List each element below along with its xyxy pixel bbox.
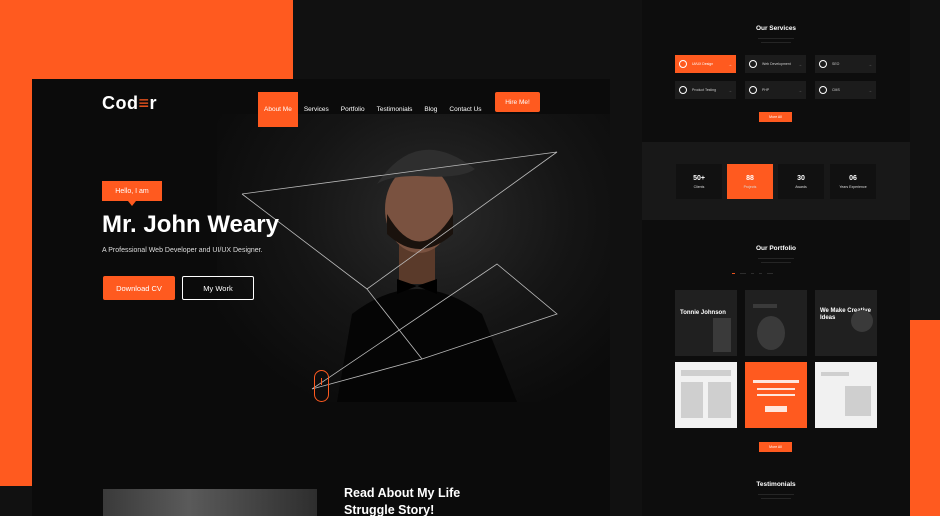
tile-text-bar [757,394,795,396]
brand-logo[interactable]: Cod≡r [102,93,157,114]
tile-button [765,406,787,412]
service-card-seo[interactable]: SEO → [815,55,876,73]
portrait-illustration [241,149,558,402]
tile-heading-bar [753,380,799,383]
service-label: SEO [832,62,840,66]
portfolio-tile-1[interactable]: Tonnie Johnson [675,290,737,356]
portfolio-subtitle: ———————————— —————————— [758,256,794,264]
nav-item-about[interactable]: About Me [258,92,298,127]
stat-awards: 30 Awards [778,164,824,199]
nav-item-services[interactable]: Services [298,92,335,127]
portfolio-tile-6[interactable] [815,362,877,428]
code-icon [749,60,757,68]
arrow-right-icon: → [798,61,802,67]
scroll-down-icon[interactable] [314,370,329,402]
services-subtitle: ———————————— —————————— [758,36,794,44]
nav-item-contact[interactable]: Contact Us [443,92,487,127]
service-card-php[interactable]: PHP → [745,81,806,99]
tile-image [845,386,871,416]
arrow-right-icon: → [798,87,802,93]
stat-value: 06 [849,175,857,182]
stat-clients: 50+ Clients [676,164,722,199]
hire-me-button[interactable]: Hire Me! [495,92,540,112]
tile-heading-bar [821,372,849,376]
hero-name: Mr. John Weary [102,211,279,238]
tile-image [757,316,785,350]
portfolio-title: Our Portfolio [755,245,797,252]
story-thumbnail [103,489,317,516]
stat-label: Clients [693,185,705,189]
story-title-line2: Struggle Story! [344,503,435,516]
portfolio-tile-5[interactable] [745,362,807,428]
php-icon [749,86,757,94]
portfolio-more-button[interactable]: More All [759,442,792,452]
stat-value: 88 [746,175,754,182]
tile-image [708,382,731,418]
my-work-button[interactable]: My Work [182,276,254,300]
service-label: PHP [762,88,770,92]
tile-heading-bar [753,304,777,308]
stat-label: Years Experience [839,185,867,189]
logo-text: Cod [102,93,139,113]
stat-value: 50+ [693,175,705,182]
tile-image [681,382,703,418]
design-icon [679,60,687,68]
orange-backdrop-bottom-right [910,320,940,516]
filter-item[interactable]: —— [767,271,773,275]
portfolio-tile-3[interactable]: We Make Creative Ideas [815,290,877,356]
service-label: UI/UX Design [692,62,714,66]
stat-label: Projects [743,185,757,189]
logo-accent-glyph: ≡ [138,93,150,113]
testimonials-title: Testimonials [756,481,796,488]
nav-item-portfolio[interactable]: Portfolio [335,92,371,127]
filter-active-dot[interactable]: ▬ [732,271,735,275]
page-preview-column: Our Services ———————————— —————————— UI/U… [642,0,910,516]
arrow-right-icon: → [728,87,732,93]
story-title: Read About My Life Struggle Story! [344,485,460,516]
monitor-icon [819,60,827,68]
tile-text: Tonnie Johnson [680,310,726,316]
tile-image [713,318,731,352]
stat-value: 30 [797,175,805,182]
tile-image [851,310,873,332]
service-card-cms[interactable]: CMS → [815,81,876,99]
story-title-line1: Read About My Life [344,486,461,500]
box-icon [679,86,687,94]
service-card-web[interactable]: Web Development → [745,55,806,73]
layout-icon [819,86,827,94]
hero-mockup: Cod≡r About Me Services Portfolio Testim… [32,79,610,516]
arrow-right-icon: → [728,61,732,67]
tile-text-bar [757,388,795,390]
stats-band: 50+ Clients 88 Projects 30 Awards 06 Yea… [642,142,910,220]
arrow-right-icon: → [868,61,872,67]
stat-experience: 06 Years Experience [830,164,876,199]
main-nav: About Me Services Portfolio Testimonials… [258,92,488,127]
arrow-right-icon: → [868,87,872,93]
hero-subtitle: A Professional Web Developer and UI/UX D… [102,247,263,254]
stat-projects: 88 Projects [727,164,773,199]
logo-text-end: r [149,93,158,113]
stat-label: Awards [795,185,807,189]
services-title: Our Services [755,25,797,32]
filter-item[interactable]: —— [740,271,746,275]
tile-heading-bar [681,370,731,376]
download-cv-button[interactable]: Download CV [103,276,175,300]
testimonials-subtitle: ———————————— —————————— [758,492,794,500]
service-label: Web Development [762,62,791,66]
services-more-button[interactable]: More All [759,112,792,122]
service-card-uiux[interactable]: UI/UX Design → [675,55,736,73]
portfolio-tile-4[interactable] [675,362,737,428]
hero-portrait [217,114,610,402]
portfolio-tile-2[interactable] [745,290,807,356]
nav-item-testimonials[interactable]: Testimonials [371,92,419,127]
nav-item-blog[interactable]: Blog [418,92,443,127]
filter-item[interactable]: — [759,271,762,275]
portfolio-filter: ▬ —— — — —— [732,271,842,275]
service-card-testing[interactable]: Product Testing → [675,81,736,99]
filter-item[interactable]: — [751,271,754,275]
hello-badge: Hello, I am [102,181,162,206]
service-label: Product Testing [692,88,717,92]
service-label: CMS [832,88,840,92]
